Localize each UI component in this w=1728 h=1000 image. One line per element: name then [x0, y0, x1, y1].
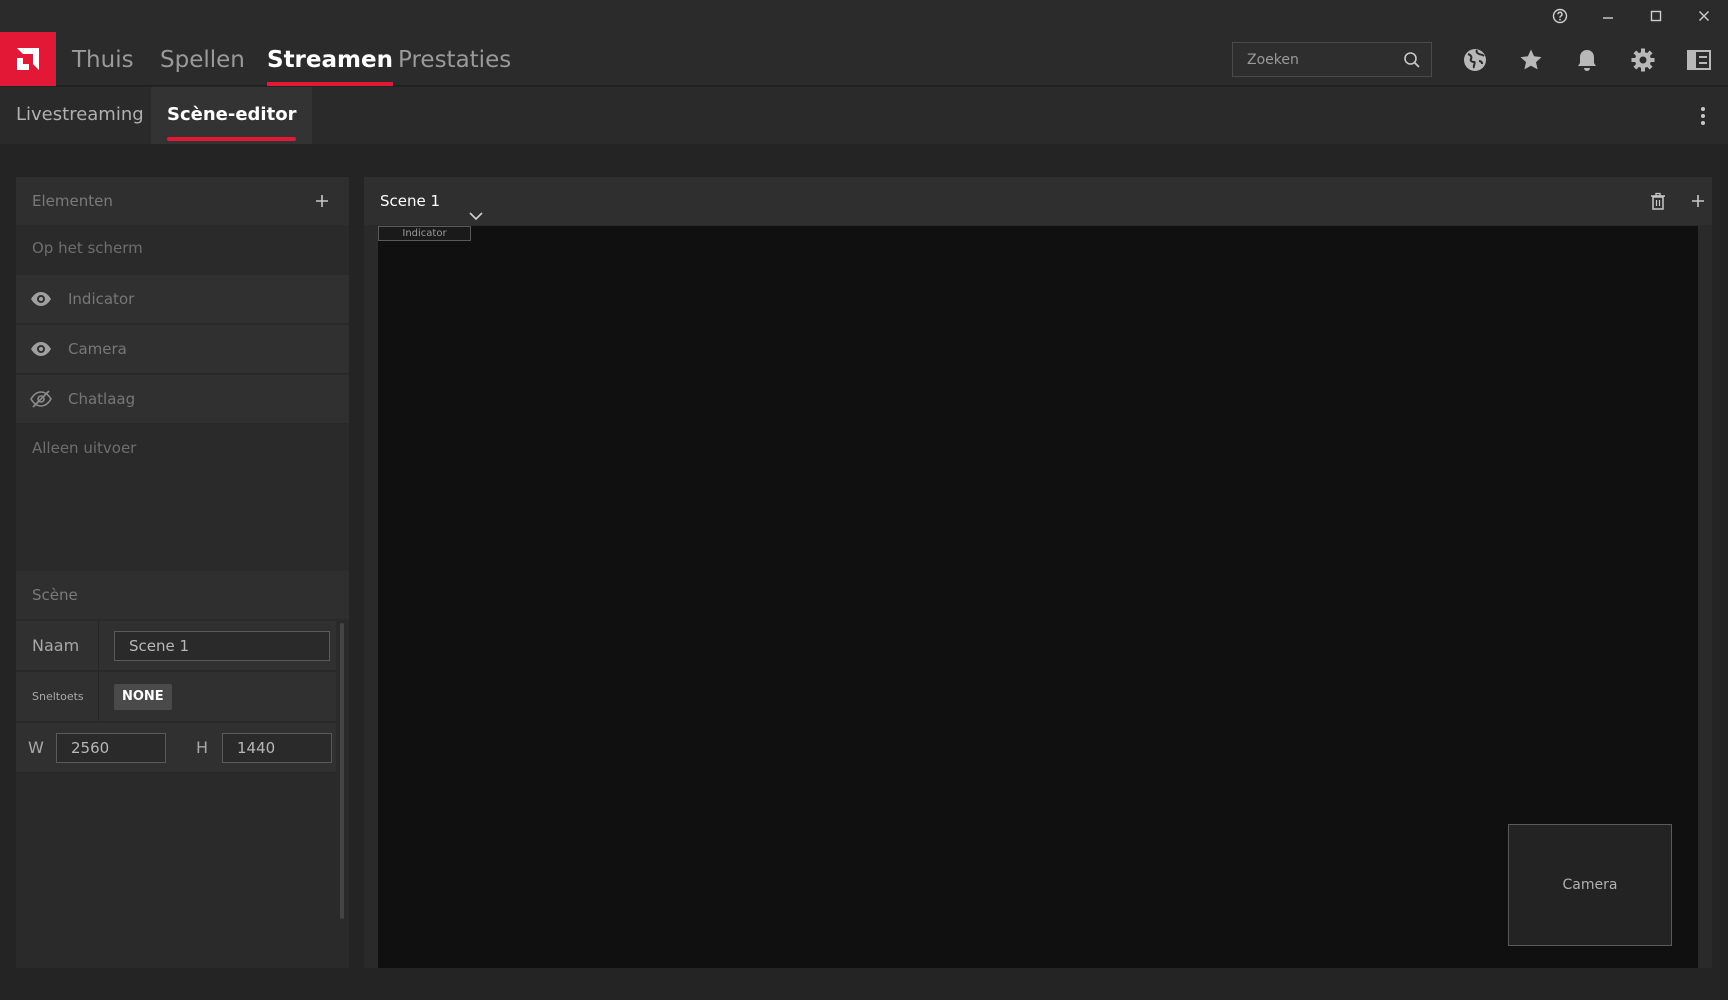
tab-spellen[interactable]: Spellen: [160, 32, 245, 86]
tab-livestreaming[interactable]: Livestreaming: [0, 87, 160, 144]
elements-header: Elementen: [16, 177, 349, 225]
name-label: Naam: [32, 636, 80, 655]
width-field[interactable]: 2560: [56, 733, 166, 763]
scene-name-row: Naam Scene 1: [16, 621, 336, 671]
element-row-camera[interactable]: Camera: [16, 325, 349, 374]
eye-icon[interactable]: [30, 339, 52, 363]
star-icon[interactable]: [1516, 45, 1546, 75]
scene-dropdown-value: Scene 1: [380, 192, 441, 210]
close-icon[interactable]: [1684, 2, 1724, 30]
elements-panel: Elementen Op het scherm Indicator Camera…: [16, 177, 349, 968]
tab-streamen[interactable]: Streamen: [267, 32, 393, 86]
sub-navigation: Livestreaming Scène-editor: [0, 87, 1728, 144]
title-bar: [0, 0, 1728, 32]
indicator-element[interactable]: Indicator: [378, 226, 471, 241]
divider: [98, 621, 99, 671]
sidebar-layout-icon[interactable]: [1684, 45, 1714, 75]
hotkey-button[interactable]: NONE: [114, 684, 172, 710]
scene-toolbar: Scene 1: [364, 177, 1712, 225]
eye-icon[interactable]: [30, 289, 52, 313]
width-label: W: [28, 738, 44, 757]
hotkey-label: Sneltoets: [32, 690, 84, 703]
scene-dropdown[interactable]: Scene 1: [380, 177, 484, 225]
camera-element-label: Camera: [1562, 877, 1618, 893]
tab-streamen-label: Streamen: [267, 47, 393, 73]
element-row-chatlaag[interactable]: Chatlaag: [16, 375, 349, 424]
help-circle-icon[interactable]: [1540, 2, 1580, 30]
add-scene-button[interactable]: [1686, 189, 1710, 213]
element-name: Indicator: [68, 290, 135, 308]
tab-prestaties[interactable]: Prestaties: [398, 32, 511, 86]
tab-scene-editor[interactable]: Scène-editor: [151, 87, 313, 144]
height-field[interactable]: 1440: [222, 733, 332, 763]
bell-icon[interactable]: [1572, 45, 1602, 75]
minimize-icon[interactable]: [1588, 2, 1628, 30]
active-subtab-indicator: [167, 137, 297, 141]
scene-title: Scène: [32, 586, 78, 604]
eye-off-icon[interactable]: [30, 389, 52, 413]
gear-icon[interactable]: [1628, 45, 1658, 75]
output-only-label: Alleen uitvoer: [32, 439, 137, 457]
scene-header: Scène: [16, 571, 349, 619]
search-box[interactable]: [1232, 42, 1432, 77]
element-name: Camera: [68, 340, 127, 358]
tab-thuis[interactable]: Thuis: [72, 32, 134, 86]
hotkey-row: Sneltoets NONE: [16, 672, 336, 722]
resolution-row: W 2560 H 1440: [16, 723, 336, 773]
search-input[interactable]: [1233, 43, 1393, 76]
divider: [98, 672, 99, 722]
main-navigation: Thuis Spellen Streamen Prestaties: [0, 32, 1728, 86]
scrollbar[interactable]: [340, 623, 344, 919]
add-element-button[interactable]: [310, 189, 334, 213]
maximize-icon[interactable]: [1636, 2, 1676, 30]
globe-icon[interactable]: [1460, 45, 1490, 75]
elements-title: Elementen: [32, 192, 113, 210]
on-screen-label: Op het scherm: [32, 239, 143, 257]
element-row-indicator[interactable]: Indicator: [16, 275, 349, 324]
search-icon[interactable]: [1403, 51, 1421, 73]
scene-canvas-panel: Scene 1 Indicator Camera: [364, 177, 1712, 968]
camera-element[interactable]: Camera: [1508, 824, 1672, 946]
height-label: H: [196, 738, 209, 757]
more-vertical-icon[interactable]: [1698, 105, 1708, 127]
scene-name-field[interactable]: Scene 1: [114, 631, 330, 661]
amd-logo[interactable]: [0, 32, 56, 86]
scene-canvas[interactable]: Indicator Camera: [378, 226, 1698, 968]
trash-icon[interactable]: [1646, 189, 1670, 213]
active-tab-indicator: [267, 82, 393, 86]
tab-scene-editor-label: Scène-editor: [167, 104, 297, 125]
element-name: Chatlaag: [68, 390, 136, 408]
